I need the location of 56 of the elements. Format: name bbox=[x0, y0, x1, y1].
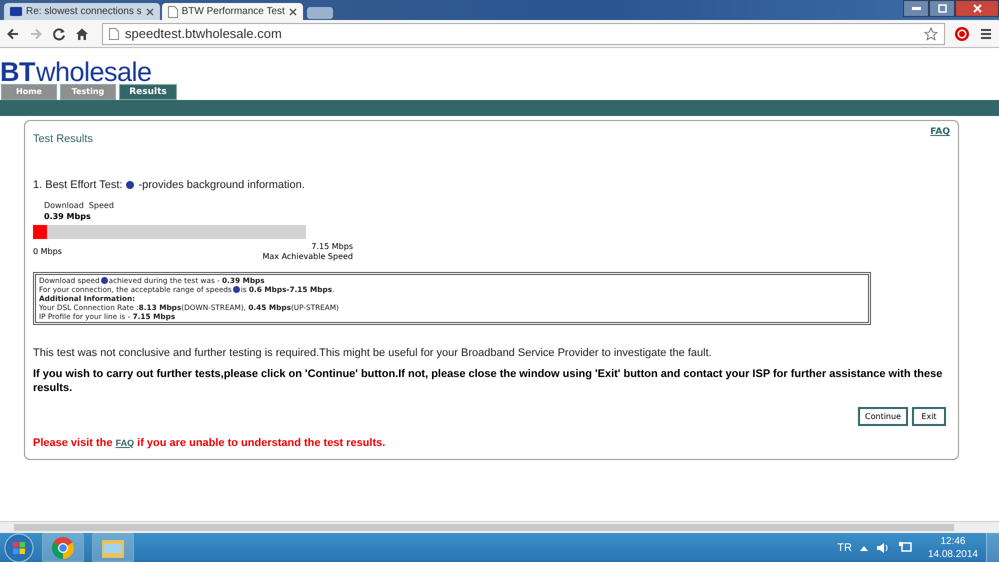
speaker-icon[interactable] bbox=[876, 542, 890, 554]
help-icon[interactable] bbox=[126, 181, 134, 189]
address-bar[interactable]: speedtest.btwholesale.com bbox=[102, 22, 945, 44]
clock-date: 14.08.2014 bbox=[928, 548, 978, 560]
close-icon bbox=[972, 4, 982, 13]
url-text: speedtest.btwholesale.com bbox=[125, 26, 283, 41]
minimize-icon bbox=[912, 7, 920, 10]
faq-link[interactable]: FAQ bbox=[930, 127, 950, 137]
clock-time: 12:46 bbox=[940, 534, 966, 548]
action-button[interactable]: Continue bbox=[858, 407, 908, 426]
page-icon bbox=[168, 6, 178, 18]
faq-link[interactable]: FAQ bbox=[116, 438, 134, 448]
action-button[interactable]: Exit bbox=[912, 407, 946, 426]
note-text: if you are unable to understand the test results. bbox=[137, 437, 386, 449]
nav-tab[interactable]: Results bbox=[119, 84, 177, 100]
test-label: 1. Best Effort Test: bbox=[33, 179, 122, 191]
stop-sign-icon[interactable] bbox=[954, 26, 970, 42]
home-icon[interactable] bbox=[75, 26, 89, 40]
close-icon[interactable] bbox=[146, 8, 154, 16]
help-icon[interactable] bbox=[100, 277, 108, 284]
bt-wholesale-logo: BTwholesale bbox=[0, 60, 153, 84]
maximize-button[interactable] bbox=[929, 0, 955, 17]
page-icon bbox=[109, 28, 119, 40]
minimize-button[interactable] bbox=[903, 0, 929, 17]
new-tab-button[interactable] bbox=[306, 7, 333, 19]
back-icon[interactable] bbox=[6, 26, 20, 40]
network-icon[interactable] bbox=[898, 541, 912, 554]
scale-min: 0 Mbps bbox=[33, 247, 62, 258]
close-icon[interactable] bbox=[288, 8, 297, 16]
maximize-icon bbox=[938, 4, 946, 13]
speed-value: 0.39 Mbps bbox=[44, 212, 92, 221]
tab-title: Re: slowest connections s bbox=[26, 6, 142, 17]
help-icon[interactable] bbox=[232, 286, 240, 293]
tab-title: BTW Performance Test bbox=[182, 6, 285, 17]
close-button[interactable] bbox=[955, 0, 999, 17]
reload-icon[interactable] bbox=[52, 26, 66, 40]
meter-label: Download Speed bbox=[44, 201, 115, 210]
taskbar-item[interactable] bbox=[42, 533, 84, 562]
max-caption: Max Achievable Speed bbox=[262, 252, 353, 262]
result-message: This test was not conclusive and further testing is required.This might be useful for your Broadband Service Provider to investigate the fault. bbox=[33, 347, 713, 359]
note-text: Please visit the bbox=[33, 437, 112, 449]
menu-icon[interactable] bbox=[979, 26, 993, 40]
browser-icon bbox=[51, 536, 75, 560]
browser-tab[interactable]: Re: slowest connections s bbox=[4, 3, 160, 20]
clock[interactable]: 12:46 14.08.2014 bbox=[928, 534, 978, 560]
triangle-icon[interactable] bbox=[860, 544, 868, 550]
instruction-text: If you wish to carry out further tests,please click on 'Continue' button.If not, please close the window using 'Exit' button and contact your ISP for further assistance with these results. bbox=[33, 367, 944, 395]
star-icon[interactable] bbox=[924, 26, 938, 40]
scale-max: 7.15 Mbps bbox=[311, 242, 353, 252]
section-heading: Test Results bbox=[33, 133, 93, 145]
horizontal-scrollbar[interactable] bbox=[0, 521, 999, 533]
language-indicator[interactable]: TR bbox=[837, 542, 852, 554]
test-description: -provides background information. bbox=[138, 179, 305, 191]
browser-tab[interactable]: BTW Performance Test bbox=[162, 3, 303, 20]
bt-logo-icon bbox=[10, 7, 22, 16]
start-button[interactable] bbox=[4, 532, 34, 562]
